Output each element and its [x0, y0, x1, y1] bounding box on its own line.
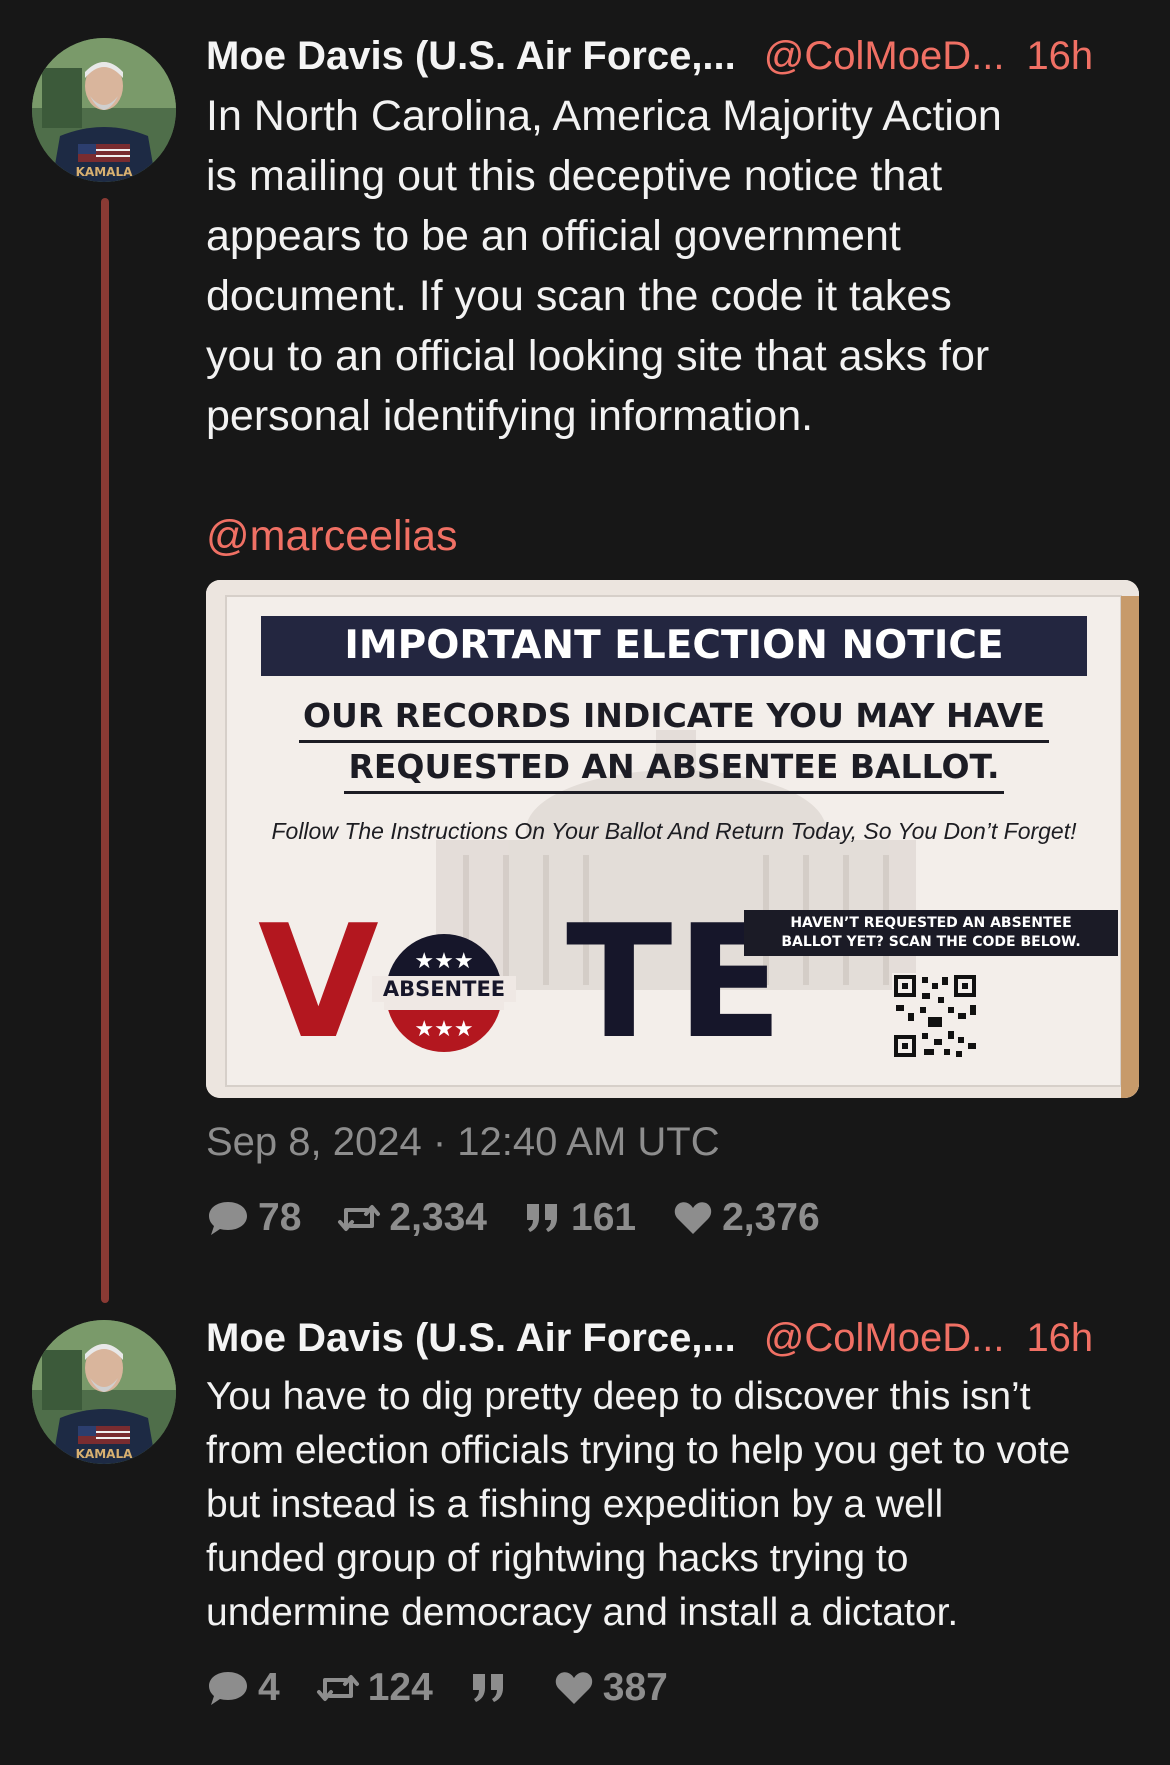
author-handle[interactable]: @ColMoeD... — [764, 1312, 1005, 1364]
notice-banner: IMPORTANT ELECTION NOTICE — [261, 616, 1087, 676]
author-name[interactable]: Moe Davis (U.S. Air Force,... — [206, 30, 736, 82]
svg-text:★★★: ★★★ — [414, 948, 473, 973]
avatar-photo-icon: KAMALA — [32, 38, 176, 182]
svg-text:KAMALA: KAMALA — [76, 1447, 133, 1461]
reply-stat[interactable]: 78 — [206, 1196, 301, 1240]
quote-stat[interactable]: 161 — [523, 1196, 636, 1240]
absentee-label: ABSENTEE — [372, 976, 516, 1002]
quote-stat[interactable] — [469, 1668, 517, 1708]
reply-count: 4 — [258, 1666, 280, 1709]
reply-stat[interactable]: 4 — [206, 1666, 280, 1710]
quote-icon — [472, 1674, 503, 1702]
like-stat[interactable]: 387 — [553, 1666, 668, 1710]
tweet[interactable]: Moe Davis (U.S. Air Force,... @ColMoeD..… — [206, 1312, 1141, 1716]
tweet-stats: 78 2,334 161 2,376 — [206, 1190, 1141, 1246]
reply-count: 78 — [258, 1196, 302, 1239]
mention-link[interactable]: @marceelias — [206, 506, 1141, 566]
tweet-header: Moe Davis (U.S. Air Force,... @ColMoeD..… — [206, 1312, 1141, 1364]
like-count: 387 — [602, 1666, 668, 1709]
retweet-icon — [338, 1205, 381, 1231]
comment-icon — [209, 1672, 247, 1705]
notice-sub-line2: REQUESTED AN ABSENTEE BALLOT. — [344, 743, 1004, 794]
scan-instructions-box: HAVEN’T REQUESTED AN ABSENTEE BALLOT YET… — [744, 910, 1118, 956]
tweet[interactable]: Moe Davis (U.S. Air Force,... @ColMoeD..… — [206, 30, 1141, 1246]
quote-count: 161 — [571, 1196, 637, 1239]
svg-text:★★★: ★★★ — [414, 1016, 473, 1041]
thread-page: KAMALA Moe Davis (U.S. Air Force,... @Co… — [0, 0, 1170, 1765]
qr-code-icon — [892, 973, 978, 1059]
vote-letter-v: V — [258, 891, 379, 1073]
retweet-stat[interactable]: 124 — [316, 1666, 433, 1710]
author-avatar[interactable]: KAMALA — [32, 1320, 176, 1464]
scan-line-2: BALLOT YET? SCAN THE CODE BELOW. — [781, 934, 1081, 950]
avatar-photo-icon: KAMALA — [32, 1320, 176, 1464]
tweet-text: You have to dig pretty deep to discover … — [206, 1375, 1071, 1634]
tweet-timestamp[interactable]: Sep 8, 2024 · 12:40 AM UTC — [206, 1116, 1141, 1168]
svg-text:KAMALA: KAMALA — [76, 165, 133, 179]
thread-connector-line — [101, 198, 109, 1303]
retweet-count: 2,334 — [389, 1196, 487, 1239]
notice-subheading: OUR RECORDS INDICATE YOU MAY HAVE REQUES… — [266, 692, 1082, 794]
author-name[interactable]: Moe Davis (U.S. Air Force,... — [206, 1312, 736, 1364]
like-count: 2,376 — [722, 1196, 820, 1239]
tweet-header: Moe Davis (U.S. Air Force,... @ColMoeD..… — [206, 30, 1141, 82]
author-handle[interactable]: @ColMoeD... — [764, 30, 1005, 82]
heart-icon — [674, 1202, 712, 1234]
scan-line-1: HAVEN’T REQUESTED AN ABSENTEE — [790, 915, 1072, 931]
comment-icon — [209, 1202, 247, 1235]
notice-sub-line1: OUR RECORDS INDICATE YOU MAY HAVE — [298, 692, 1049, 743]
tweet-image[interactable]: IMPORTANT ELECTION NOTICE OUR RECORDS IN… — [206, 580, 1139, 1098]
retweet-count: 124 — [367, 1666, 433, 1709]
retweet-stat[interactable]: 2,334 — [337, 1196, 487, 1240]
tweet-time[interactable]: 16h — [1026, 1312, 1093, 1364]
quote-icon — [527, 1204, 557, 1232]
like-stat[interactable]: 2,376 — [672, 1196, 820, 1240]
tweet-stats: 4 124 387 — [206, 1660, 1141, 1716]
tweet-text: In North Carolina, America Majority Acti… — [206, 92, 1002, 440]
author-avatar[interactable]: KAMALA — [32, 38, 176, 182]
tweet-time[interactable]: 16h — [1026, 30, 1093, 82]
notice-instructions: Follow The Instructions On Your Ballot A… — [271, 818, 1077, 844]
heart-icon — [555, 1672, 592, 1704]
retweet-icon — [316, 1675, 359, 1701]
